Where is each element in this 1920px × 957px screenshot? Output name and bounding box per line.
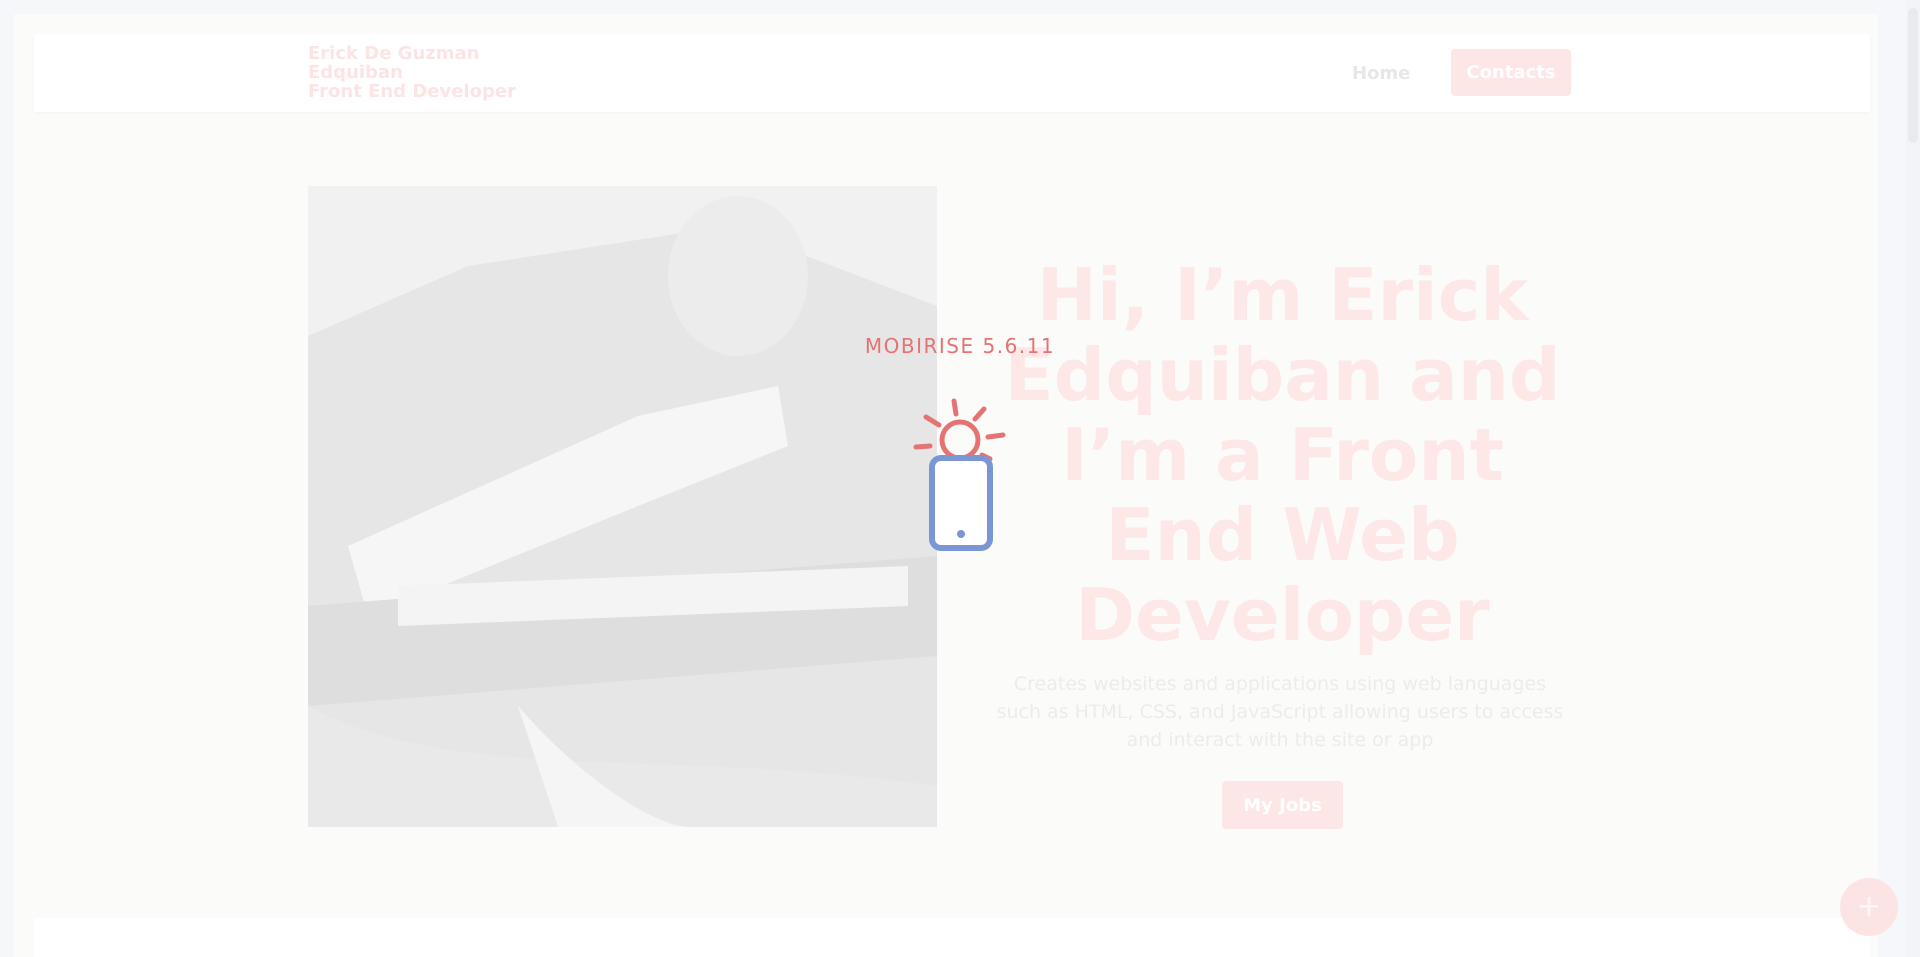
- guitarist-photo-illustration: [308, 186, 937, 827]
- phone-sun-icon: [912, 395, 1008, 555]
- my-jobs-button[interactable]: My Jobs: [1222, 781, 1343, 829]
- hero-title: Hi, I’m Erick Edquiban and I’m a Front E…: [1004, 253, 1561, 657]
- floating-plus-button[interactable]: +: [1840, 878, 1898, 936]
- hero-photo: [308, 186, 937, 827]
- hero-description: Creates websites and applications using …: [996, 673, 1564, 751]
- next-section: [34, 918, 1870, 957]
- nav-home-link[interactable]: Home: [1352, 63, 1410, 84]
- plus-icon: +: [1856, 889, 1882, 924]
- brand-line-1: Erick De Guzman: [308, 43, 480, 64]
- brand-name[interactable]: Erick De Guzman Edquiban Front End Devel…: [308, 44, 516, 101]
- scrollbar-thumb[interactable]: [1908, 8, 1918, 143]
- scrollbar-track[interactable]: [1906, 0, 1920, 957]
- nav-contacts-button[interactable]: Contacts: [1451, 49, 1571, 96]
- loader-label: MOBIRISE 5.6.11: [864, 334, 1056, 358]
- brand-line-3: Front End Developer: [308, 81, 516, 102]
- brand-line-2: Edquiban: [308, 62, 403, 83]
